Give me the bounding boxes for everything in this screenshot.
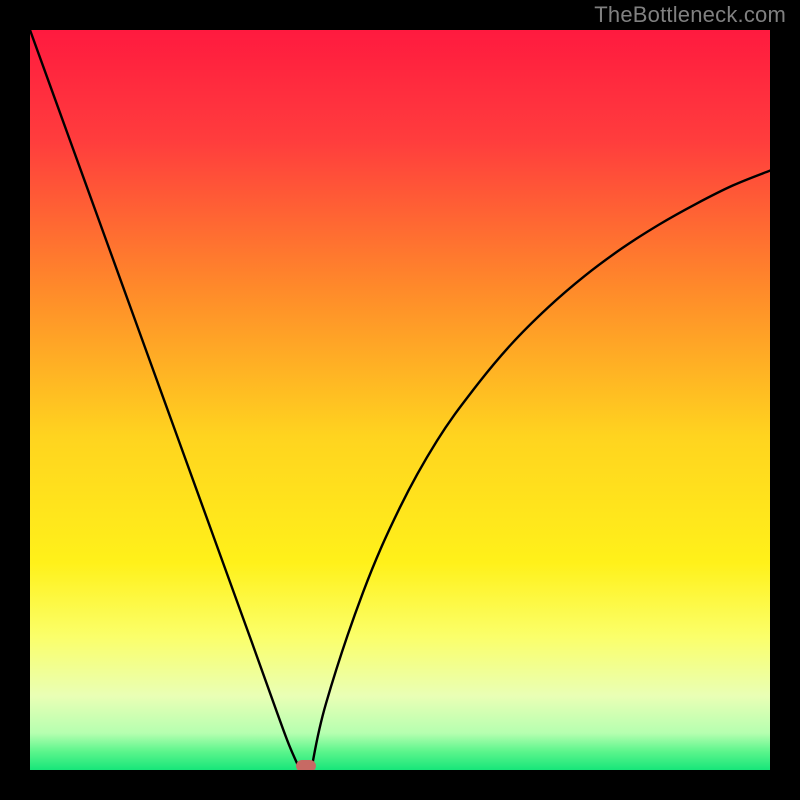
chart-frame: TheBottleneck.com bbox=[0, 0, 800, 800]
curve-right-branch bbox=[311, 171, 770, 770]
watermark-text: TheBottleneck.com bbox=[594, 2, 786, 28]
curve-layer bbox=[30, 30, 770, 770]
plot-area bbox=[30, 30, 770, 770]
minimum-marker bbox=[296, 760, 316, 770]
curve-left-branch bbox=[30, 30, 300, 770]
